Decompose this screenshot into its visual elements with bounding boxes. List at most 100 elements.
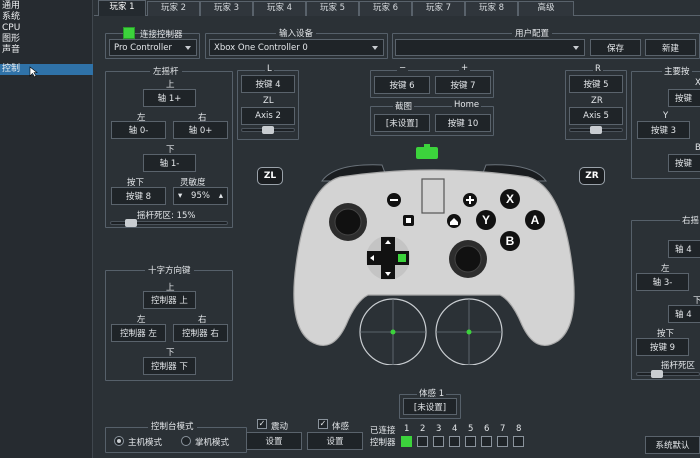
right-stick-down-button[interactable]: 轴 4 — [668, 305, 700, 323]
left-stick-title: 左摇杆 — [150, 65, 182, 77]
restore-defaults-button[interactable]: 系统默认 — [645, 436, 700, 454]
player-3-indicator[interactable] — [433, 436, 444, 447]
x-button[interactable]: 按键 — [668, 89, 700, 107]
chevron-down-icon — [573, 45, 579, 50]
zr-label: ZR — [591, 96, 603, 106]
player-4-indicator[interactable] — [449, 436, 460, 447]
zl-button[interactable]: Axis 2 — [241, 107, 295, 125]
left-stick-down-button[interactable]: 轴 1- — [143, 154, 196, 172]
plus-glyph-v — [469, 196, 471, 204]
tab-advanced[interactable]: 高级 — [518, 1, 574, 16]
sidebar-item-audio[interactable]: 声音 — [0, 45, 93, 56]
left-stick-deadzone-slider[interactable] — [110, 219, 228, 227]
right-stick-deadzone-slider[interactable] — [636, 370, 700, 378]
tab-player-3[interactable]: 玩家 3 — [200, 1, 253, 16]
connect-checkbox[interactable] — [123, 27, 135, 39]
player-5-indicator[interactable] — [465, 436, 476, 447]
right-stick-left-button[interactable]: 轴 3- — [636, 273, 689, 291]
slider-knob[interactable] — [651, 370, 663, 378]
tab-player-5[interactable]: 玩家 5 — [306, 1, 359, 16]
chevron-down-icon — [372, 45, 378, 50]
tab-player-8[interactable]: 玩家 8 — [465, 1, 518, 16]
battery-tip — [424, 144, 430, 147]
player-1-indicator[interactable] — [401, 436, 412, 447]
save-config-button[interactable]: 保存 — [590, 39, 641, 56]
x-face-label: X — [506, 192, 514, 206]
minus-glyph — [390, 199, 398, 201]
b-button[interactable]: 按键 — [668, 154, 700, 172]
slider-knob[interactable] — [590, 126, 602, 134]
user-config-select[interactable] — [395, 39, 585, 56]
l-label: L — [265, 64, 274, 74]
player-number: 7 — [500, 424, 506, 434]
handheld-radio[interactable] — [114, 436, 124, 446]
tab-player-1[interactable]: 玩家 1 — [98, 0, 146, 16]
input-device-select[interactable]: Xbox One Controller 0 — [209, 39, 384, 56]
zl-threshold-slider[interactable] — [241, 126, 295, 134]
sidebar-item-system[interactable]: 系统 — [0, 12, 93, 23]
dpad-left-button[interactable]: 控制器 左 — [111, 324, 166, 342]
r-label: R — [593, 64, 603, 74]
sidebar-item-general[interactable]: 通用 — [0, 1, 93, 12]
dpad-up-button[interactable]: 控制器 上 — [143, 291, 196, 309]
y-face-label: Y — [482, 213, 490, 227]
l-button[interactable]: 按键 4 — [241, 75, 295, 93]
right-stick-press-button[interactable]: 按键 9 — [636, 338, 689, 356]
minus-button[interactable]: 按键 6 — [374, 76, 430, 94]
right-stick-up-button[interactable]: 轴 4 — [668, 240, 700, 258]
player-number: 3 — [436, 424, 442, 434]
r-button[interactable]: 按键 5 — [569, 75, 623, 93]
right-stick-title: 右摇 — [680, 214, 700, 226]
vibration-checkbox[interactable]: ✓ — [257, 419, 267, 429]
motion-config-button[interactable]: 设置 — [307, 432, 363, 450]
capture-button[interactable]: [未设置] — [374, 114, 430, 132]
tab-player-4[interactable]: 玩家 4 — [253, 1, 306, 16]
chevron-down-icon — [185, 45, 191, 50]
left-stick-up-button[interactable]: 轴 1+ — [143, 89, 196, 107]
zl-badge: ZL — [257, 167, 283, 185]
dpad-down-button[interactable]: 控制器 下 — [143, 357, 196, 375]
left-stick-right-button[interactable]: 轴 0+ — [173, 121, 228, 139]
sensitivity-spinbox[interactable]: ▾ 95% ▴ — [173, 187, 228, 205]
motion-button[interactable]: [未设置] — [403, 398, 457, 415]
console-mode-title: 控制台模式 — [148, 420, 197, 432]
left-stick-left-button[interactable]: 轴 0- — [111, 121, 166, 139]
tab-player-6[interactable]: 玩家 6 — [359, 1, 412, 16]
slider-knob[interactable] — [125, 219, 137, 227]
b-label: B — [695, 143, 700, 153]
y-button[interactable]: 按键 3 — [637, 121, 690, 139]
x-label: X — [695, 78, 700, 88]
controller-image: X Y A B — [293, 164, 575, 365]
sidebar-item-cpu[interactable]: CPU — [0, 23, 93, 34]
sidebar-item-controls[interactable]: 控制 — [0, 64, 93, 75]
tab-player-2[interactable]: 玩家 2 — [147, 1, 200, 16]
capture-glyph — [406, 218, 411, 223]
zr-button[interactable]: Axis 5 — [569, 107, 623, 125]
vibration-config-button[interactable]: 设置 — [246, 432, 302, 450]
controller-type-select[interactable]: Pro Controller — [109, 39, 197, 56]
tab-player-7[interactable]: 玩家 7 — [412, 1, 465, 16]
player-7-indicator[interactable] — [497, 436, 508, 447]
docked-label: 掌机模式 — [195, 438, 230, 448]
plus-button[interactable]: 按键 7 — [435, 76, 491, 94]
spin-up-icon[interactable]: ▴ — [219, 191, 223, 201]
home-button[interactable]: 按键 10 — [435, 114, 491, 132]
sidebar-item-graphics[interactable]: 图形 — [0, 34, 93, 45]
new-config-button[interactable]: 新建 — [645, 39, 696, 56]
player-6-indicator[interactable] — [481, 436, 492, 447]
right-preview-dot — [466, 329, 472, 335]
player-number: 4 — [452, 424, 458, 434]
player-number: 2 — [420, 424, 426, 434]
slider-knob[interactable] — [262, 126, 274, 134]
left-stick-press-button[interactable]: 按键 8 — [111, 187, 166, 205]
dpad-right-button[interactable]: 控制器 右 — [173, 324, 228, 342]
input-device-title: 输入设备 — [276, 27, 317, 39]
sidebar: 通用 系统 CPU 图形 声音 控制 — [0, 0, 93, 458]
player-2-indicator[interactable] — [417, 436, 428, 447]
motion-checkbox[interactable]: ✓ — [318, 419, 328, 429]
spin-down-icon[interactable]: ▾ — [178, 191, 182, 201]
player-8-indicator[interactable] — [513, 436, 524, 447]
zr-threshold-slider[interactable] — [569, 126, 623, 134]
zr-badge: ZR — [579, 167, 605, 185]
docked-radio[interactable] — [181, 436, 191, 446]
